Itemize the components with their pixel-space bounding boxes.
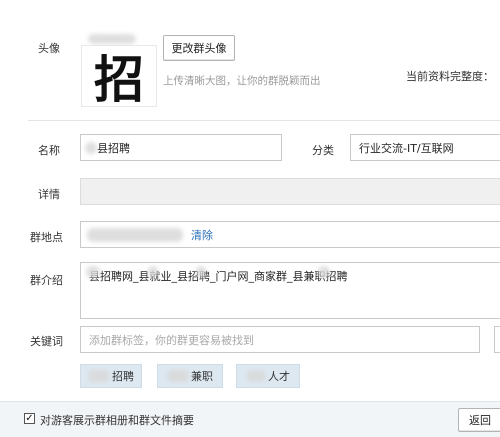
keywords-label: 关键词: [30, 335, 63, 348]
blurred-region: [85, 142, 97, 154]
keyword-tag[interactable]: 兼职: [157, 364, 223, 388]
section-divider: [28, 120, 500, 121]
group-intro-value: 县招聘网_县就业_县招聘_门户网_商家群_县兼职招聘: [89, 270, 348, 283]
group-name-input[interactable]: 县招聘: [80, 134, 282, 161]
avatar-label: 头像: [38, 42, 60, 55]
show-album-checkbox[interactable]: ✓: [24, 413, 35, 424]
blurred-region: [87, 227, 183, 242]
blurred-region: [148, 266, 158, 278]
keyword-tag-text: 兼职: [191, 370, 213, 383]
blurred-region: [196, 266, 206, 278]
blurred-region: [246, 370, 266, 382]
details-field: [80, 178, 500, 205]
change-avatar-button[interactable]: 更改群头像: [163, 35, 235, 61]
keyword-tag[interactable]: 人才: [236, 364, 300, 388]
category-value: 行业交流-IT/互联网: [359, 141, 454, 155]
clear-location-link[interactable]: 清除: [191, 227, 213, 243]
back-button[interactable]: 返回: [458, 408, 500, 432]
blurred-region: [88, 370, 110, 382]
completeness-label: 当前资料完整度：: [406, 70, 494, 83]
keyword-tag-text: 人才: [268, 370, 290, 383]
category-select[interactable]: 行业交流-IT/互联网: [350, 134, 500, 161]
keyword-input[interactable]: 添加群标签，你的群更容易被找到: [80, 326, 480, 353]
avatar-character: 招: [94, 50, 144, 109]
category-label: 分类: [312, 144, 334, 157]
location-field[interactable]: 清除: [80, 221, 500, 248]
group-intro-textarea[interactable]: 县招聘网_县就业_县招聘_门户网_商家群_县兼职招聘: [80, 262, 500, 319]
intro-label: 群介绍: [30, 274, 63, 287]
avatar-hint: 上传清晰大图，让你的群脱颖而出: [163, 75, 321, 87]
blurred-region: [86, 266, 100, 278]
name-label: 名称: [38, 144, 60, 157]
blurred-region: [318, 266, 330, 278]
keyword-tag[interactable]: 招聘: [80, 364, 142, 388]
keyword-tag-text: 招聘: [112, 370, 134, 383]
add-keyword-button[interactable]: [494, 326, 500, 353]
location-label: 群地点: [30, 231, 63, 244]
keyword-placeholder: 添加群标签，你的群更容易被找到: [89, 333, 254, 347]
blurred-region: [167, 370, 189, 382]
details-label: 详情: [38, 188, 60, 201]
show-album-label: 对游客展示群相册和群文件摘要: [40, 414, 194, 427]
group-avatar: 招: [81, 45, 157, 109]
